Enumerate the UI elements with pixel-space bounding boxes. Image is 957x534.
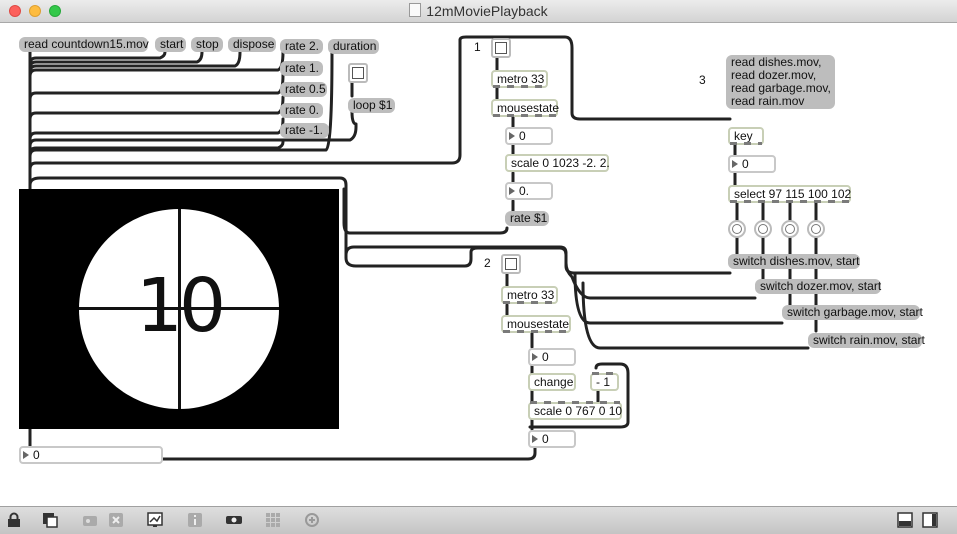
bang-a[interactable]: [728, 220, 746, 238]
select-object[interactable]: select 97 115 100 102: [728, 185, 851, 203]
movie-display[interactable]: 10: [19, 189, 339, 429]
crosshair-horizontal: [79, 307, 279, 310]
loop-toggle[interactable]: [348, 63, 368, 83]
scale1-text: scale 0 1023 -2. 2.: [511, 156, 610, 170]
bang-s[interactable]: [754, 220, 772, 238]
key-text: key: [734, 129, 753, 143]
mousestate1-object[interactable]: mousestate: [491, 99, 560, 117]
sidebar-icon[interactable]: [922, 512, 938, 528]
document-icon: [409, 3, 422, 17]
minus-inlets: [592, 372, 617, 375]
metro1-outlets: [493, 85, 546, 88]
patcher-toolbar: [0, 506, 957, 534]
read-countdown-message[interactable]: read countdown15.mov: [19, 37, 149, 52]
start-message[interactable]: start: [155, 37, 186, 52]
window-title-text: 12mMoviePlayback: [426, 3, 548, 19]
minus-object[interactable]: - 1: [590, 372, 619, 391]
key-outlets: [730, 142, 762, 145]
stop-message[interactable]: stop: [191, 37, 223, 52]
object-icon[interactable]: [226, 512, 242, 528]
number-box-key[interactable]: 0: [728, 155, 776, 173]
rate-neg1-message[interactable]: rate -1.: [280, 123, 329, 138]
scale1-object[interactable]: scale 0 1023 -2. 2.: [505, 154, 610, 172]
rate-1-message[interactable]: rate 1.: [280, 61, 323, 76]
number-box-4[interactable]: 0: [528, 430, 576, 448]
lock-icon[interactable]: [6, 512, 22, 528]
switch-dozer-message[interactable]: switch dozer.mov, start: [755, 279, 881, 294]
rate-2-message[interactable]: rate 2.: [280, 39, 323, 54]
metro1-object[interactable]: metro 33: [491, 70, 548, 88]
mousestate2-outlets: [503, 330, 569, 333]
delete-icon[interactable]: [108, 512, 124, 528]
metro1-text: metro 33: [497, 72, 545, 86]
mousestate1-outlets: [493, 114, 556, 117]
number-box-3[interactable]: 0: [528, 348, 576, 366]
inspector-icon[interactable]: [187, 512, 203, 528]
grid-paint-icon[interactable]: [82, 512, 98, 528]
switch-garbage-message[interactable]: switch garbage.mov, start: [782, 305, 923, 320]
grid-icon[interactable]: [265, 512, 281, 528]
metro2-toggle[interactable]: [501, 254, 521, 274]
comment-1: 1: [474, 40, 481, 54]
metro2-outlets: [503, 301, 556, 304]
mousestate2-object[interactable]: mousestate: [501, 315, 571, 333]
minus-text: - 1: [596, 375, 611, 389]
comment-2: 2: [484, 256, 491, 270]
metro1-toggle[interactable]: [491, 38, 511, 58]
select-text: select 97 115 100 102: [734, 187, 852, 201]
number-box-2[interactable]: 0.: [505, 182, 553, 200]
patcher-canvas[interactable]: read countdown15.mov start stop dispose …: [0, 23, 957, 488]
zoom-icon[interactable]: [304, 512, 320, 528]
scale2-text: scale 0 767 0 10: [534, 404, 623, 418]
mousestate2-text: mousestate: [507, 317, 570, 331]
rate-0-message[interactable]: rate 0.: [280, 103, 323, 118]
scale2-inlets: [530, 401, 620, 404]
dispose-message[interactable]: dispose: [228, 37, 276, 52]
switch-dishes-message[interactable]: switch dishes.mov, start: [728, 254, 860, 269]
number-box-bottom[interactable]: 0: [19, 446, 163, 464]
split-view-icon[interactable]: [897, 512, 913, 528]
select-outlets: [730, 200, 849, 203]
duration-message[interactable]: duration: [328, 39, 379, 54]
debug-icon[interactable]: [147, 512, 163, 528]
change-object[interactable]: change: [528, 373, 576, 391]
bang-d[interactable]: [781, 220, 799, 238]
rate-05-message[interactable]: rate 0.5: [280, 82, 327, 97]
switch-rain-message[interactable]: switch rain.mov, start: [808, 333, 925, 348]
presentation-icon[interactable]: [42, 512, 58, 528]
key-object[interactable]: key: [728, 127, 764, 145]
bang-f[interactable]: [807, 220, 825, 238]
metro2-object[interactable]: metro 33: [501, 286, 558, 304]
loop-message[interactable]: loop $1: [348, 98, 395, 113]
title-bar: 12mMoviePlayback: [0, 0, 957, 23]
metro2-text: metro 33: [507, 288, 555, 302]
number-box-1[interactable]: 0: [505, 127, 553, 145]
read-files-message[interactable]: read dishes.mov, read dozer.mov, read ga…: [726, 55, 835, 109]
rate-var-message[interactable]: rate $1: [505, 211, 549, 226]
window-title: 12mMoviePlayback: [0, 3, 957, 19]
scale2-object[interactable]: scale 0 767 0 10: [528, 401, 623, 420]
mousestate1-text: mousestate: [497, 101, 560, 115]
comment-3: 3: [699, 73, 706, 87]
change-text: change: [534, 375, 574, 389]
